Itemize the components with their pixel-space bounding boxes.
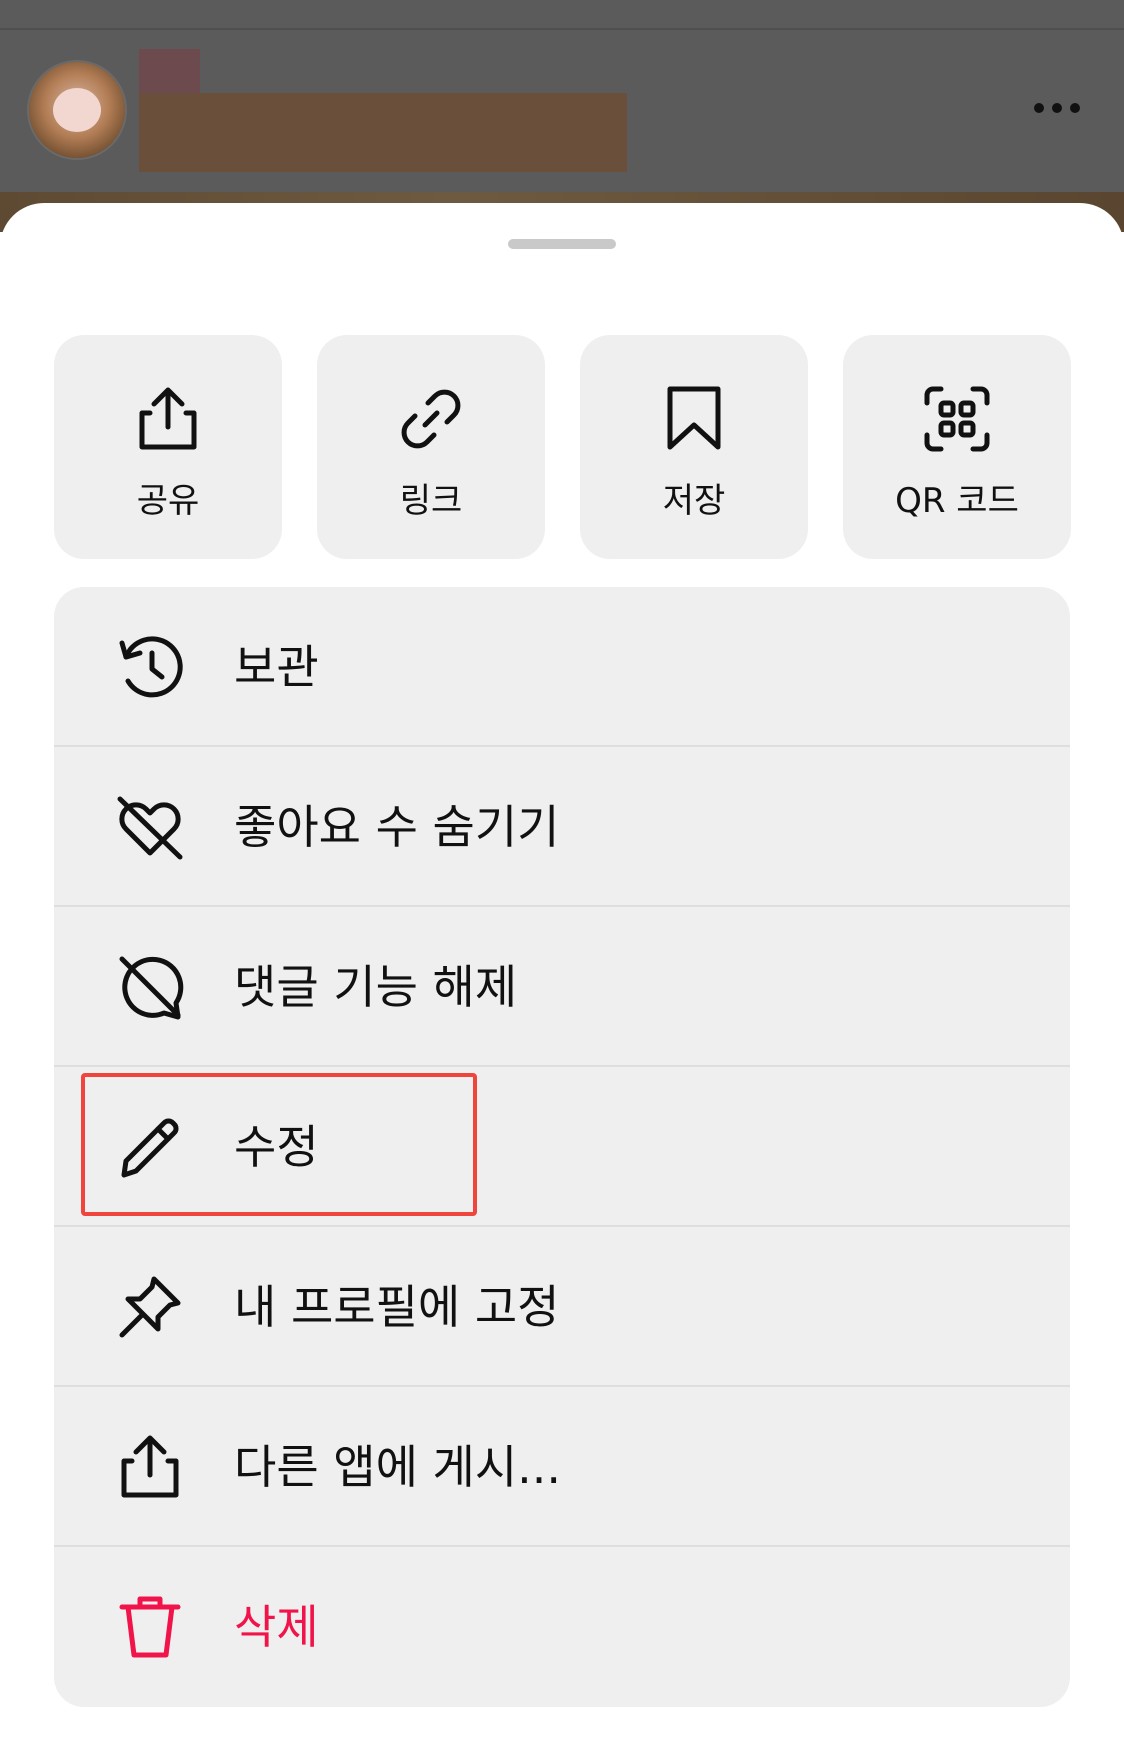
share-icon <box>132 383 204 455</box>
more-horizontal-icon[interactable] <box>1034 100 1080 116</box>
menu-item-label: 보관 <box>234 640 319 694</box>
link-icon <box>395 383 467 455</box>
menu-item-label: 수정 <box>234 1120 319 1174</box>
post-header-dimmed <box>0 0 1124 200</box>
qr-code-button[interactable]: QR 코드 <box>843 335 1071 559</box>
trash-icon <box>114 1591 186 1663</box>
menu-item-label: 삭제 <box>234 1600 319 1654</box>
share-label: 공유 <box>136 481 200 521</box>
menu-item-share-to-other-apps[interactable]: 다른 앱에 게시... <box>54 1387 1070 1547</box>
comment-off-icon <box>114 951 186 1023</box>
qr-code-icon <box>921 383 993 455</box>
menu-item-label: 좋아요 수 숨기기 <box>234 800 560 854</box>
menu-item-pin-to-profile[interactable]: 내 프로필에 고정 <box>54 1227 1070 1387</box>
quick-actions-row: 공유 링크 저장 QR 코드 <box>54 335 1071 559</box>
qr-code-label: QR 코드 <box>895 481 1019 521</box>
sheet-grabber[interactable] <box>508 239 616 249</box>
share-button[interactable]: 공유 <box>54 335 282 559</box>
pencil-icon <box>114 1111 186 1183</box>
status-bar-divider <box>0 28 1124 30</box>
heart-off-icon <box>114 791 186 863</box>
menu-item-delete[interactable]: 삭제 <box>54 1547 1070 1707</box>
caption-redacted <box>139 93 627 172</box>
more-dot <box>1070 103 1080 113</box>
menu-item-turn-off-comments[interactable]: 댓글 기능 해제 <box>54 907 1070 1067</box>
avatar[interactable] <box>29 62 125 158</box>
username-redacted <box>139 49 200 95</box>
save-label: 저장 <box>662 481 726 521</box>
more-dot <box>1034 103 1044 113</box>
pin-icon <box>114 1271 186 1343</box>
link-label: 링크 <box>399 481 463 521</box>
save-button[interactable]: 저장 <box>580 335 808 559</box>
options-menu: 보관 좋아요 수 숨기기 댓글 기능 해제 수정 내 프로필에 고정 다른 앱에… <box>54 587 1070 1707</box>
link-button[interactable]: 링크 <box>317 335 545 559</box>
archive-history-icon <box>114 631 186 703</box>
menu-item-hide-like-count[interactable]: 좋아요 수 숨기기 <box>54 747 1070 907</box>
menu-item-edit[interactable]: 수정 <box>54 1067 1070 1227</box>
more-dot <box>1052 103 1062 113</box>
options-bottom-sheet: 공유 링크 저장 QR 코드 보관 좋아요 수 숨기기 댓글 기능 해제 수정 … <box>0 203 1124 1743</box>
bookmark-icon <box>658 383 730 455</box>
share-out-icon <box>114 1431 186 1503</box>
menu-item-label: 내 프로필에 고정 <box>234 1280 560 1334</box>
menu-item-label: 댓글 기능 해제 <box>234 960 518 1014</box>
menu-item-label: 다른 앱에 게시... <box>234 1440 562 1494</box>
avatar-face <box>53 88 101 132</box>
menu-item-archive[interactable]: 보관 <box>54 587 1070 747</box>
